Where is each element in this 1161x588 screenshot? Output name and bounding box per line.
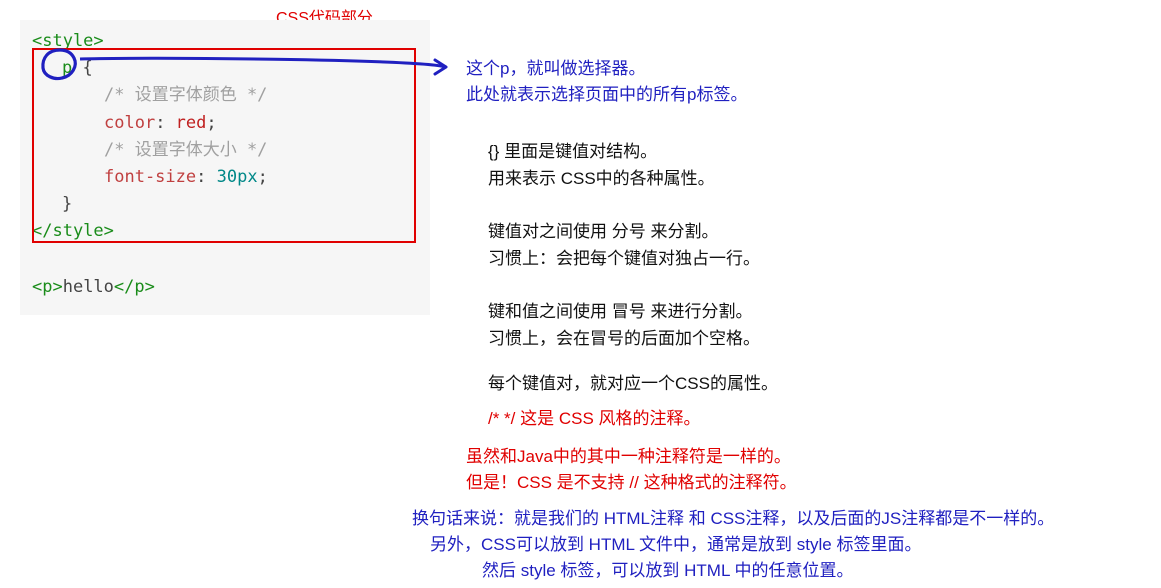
text-line: 然后 style 标签，可以放到 HTML 中的任意位置。: [482, 558, 854, 584]
text-line: 用来表示 CSS中的各种属性。: [488, 165, 715, 192]
java-note: 虽然和Java中的其中一种注释符是一样的。 但是！CSS 是不支持 // 这种格…: [466, 444, 797, 497]
code-line: /* 设置字体颜色 */: [32, 82, 418, 109]
comment-style-note: /* */ 这是 CSS 风格的注释。: [488, 406, 701, 432]
code-line: </style>: [32, 218, 418, 245]
colon-note: 键和值之间使用 冒号 来进行分割。 习惯上，会在冒号的后面加个空格。: [488, 298, 760, 352]
p-open-tag: <p>: [32, 277, 63, 297]
code-line: }: [32, 191, 418, 218]
selector-note: 这个p，就叫做选择器。 此处就表示选择页面中的所有p标签。: [466, 56, 747, 109]
text-line: 另外，CSS可以放到 HTML 文件中，通常是放到 style 标签里面。: [430, 532, 921, 558]
text-line: 虽然和Java中的其中一种注释符是一样的。: [466, 444, 797, 470]
summary-note: 换句话来说：就是我们的 HTML注释 和 CSS注释，以及后面的JS注释都是不一…: [412, 506, 1054, 532]
text-line: 换句话来说：就是我们的 HTML注释 和 CSS注释，以及后面的JS注释都是不一…: [412, 506, 1054, 532]
code-line: /* 设置字体大小 */: [32, 137, 418, 164]
text-line: {} 里面是键值对结构。: [488, 138, 715, 165]
selector-p: p: [62, 58, 72, 78]
prop-fontsize: font-size: [104, 167, 196, 187]
code-line: <p>hello</p>: [32, 274, 418, 301]
summary-note-3: 然后 style 标签，可以放到 HTML 中的任意位置。: [482, 558, 854, 584]
brace-open: {: [83, 58, 93, 78]
braces-note: {} 里面是键值对结构。 用来表示 CSS中的各种属性。: [488, 138, 715, 192]
text-line: 这个p，就叫做选择器。: [466, 56, 747, 82]
p-text: hello: [63, 277, 114, 297]
pair-note: 每个键值对，就对应一个CSS的属性。: [488, 370, 778, 397]
code-block: <style> p { /* 设置字体颜色 */ color: red; /* …: [20, 20, 430, 315]
prop-color: color: [104, 113, 155, 133]
style-close-tag: </style>: [32, 221, 114, 241]
summary-note-2: 另外，CSS可以放到 HTML 文件中，通常是放到 style 标签里面。: [430, 532, 921, 558]
text-line: 但是！CSS 是不支持 // 这种格式的注释符。: [466, 470, 797, 496]
text-line: 键和值之间使用 冒号 来进行分割。: [488, 298, 760, 325]
code-line: <style>: [32, 28, 418, 55]
brace-close: }: [62, 194, 72, 214]
text-line: 习惯上，会在冒号的后面加个空格。: [488, 325, 760, 352]
semicolon: ;: [206, 113, 216, 133]
style-open-tag: <style>: [32, 31, 104, 51]
val-red: red: [176, 113, 207, 133]
comment-size: /* 设置字体大小 */: [104, 140, 267, 160]
code-line: color: red;: [32, 110, 418, 137]
p-close-tag: </p>: [114, 277, 155, 297]
code-line: font-size: 30px;: [32, 164, 418, 191]
text-line: 每个键值对，就对应一个CSS的属性。: [488, 370, 778, 397]
text-line: 键值对之间使用 分号 来分割。: [488, 218, 760, 245]
val-30px: 30px: [217, 167, 258, 187]
code-line: p {: [32, 55, 418, 82]
text-line: 习惯上：会把每个键值对独占一行。: [488, 245, 760, 272]
semicolon: ;: [258, 167, 268, 187]
text-line: 此处就表示选择页面中的所有p标签。: [466, 82, 747, 108]
comment-color: /* 设置字体颜色 */: [104, 85, 267, 105]
text-line: /* */ 这是 CSS 风格的注释。: [488, 406, 701, 432]
semicolon-note: 键值对之间使用 分号 来分割。 习惯上：会把每个键值对独占一行。: [488, 218, 760, 272]
